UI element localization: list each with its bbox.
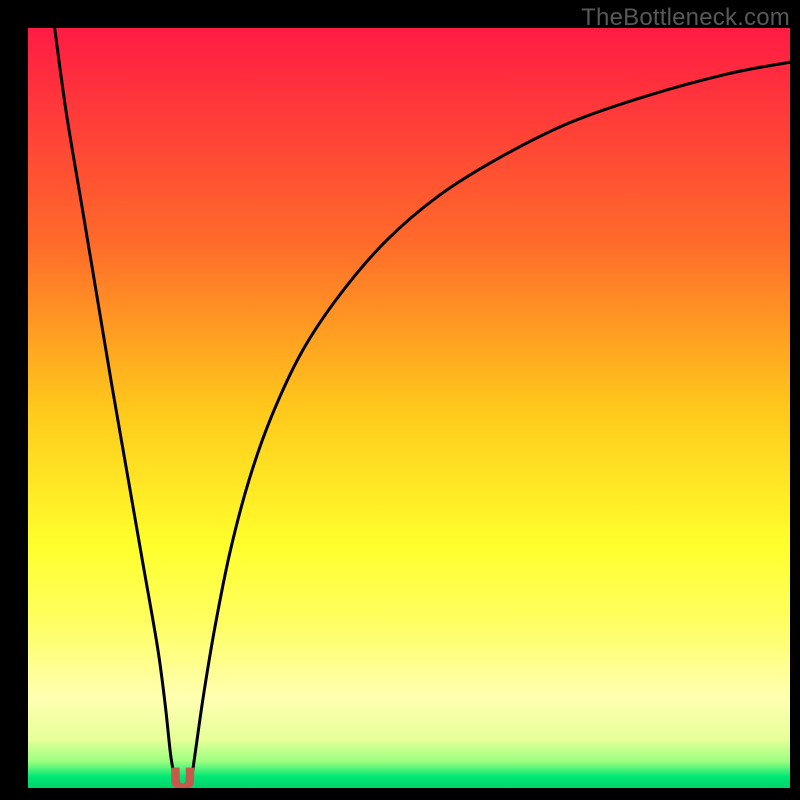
chart-frame: TheBottleneck.com bbox=[0, 0, 800, 800]
plot-area bbox=[28, 28, 790, 788]
watermark-text: TheBottleneck.com bbox=[581, 4, 790, 32]
chart-svg bbox=[28, 28, 790, 788]
gradient-background bbox=[28, 28, 790, 788]
